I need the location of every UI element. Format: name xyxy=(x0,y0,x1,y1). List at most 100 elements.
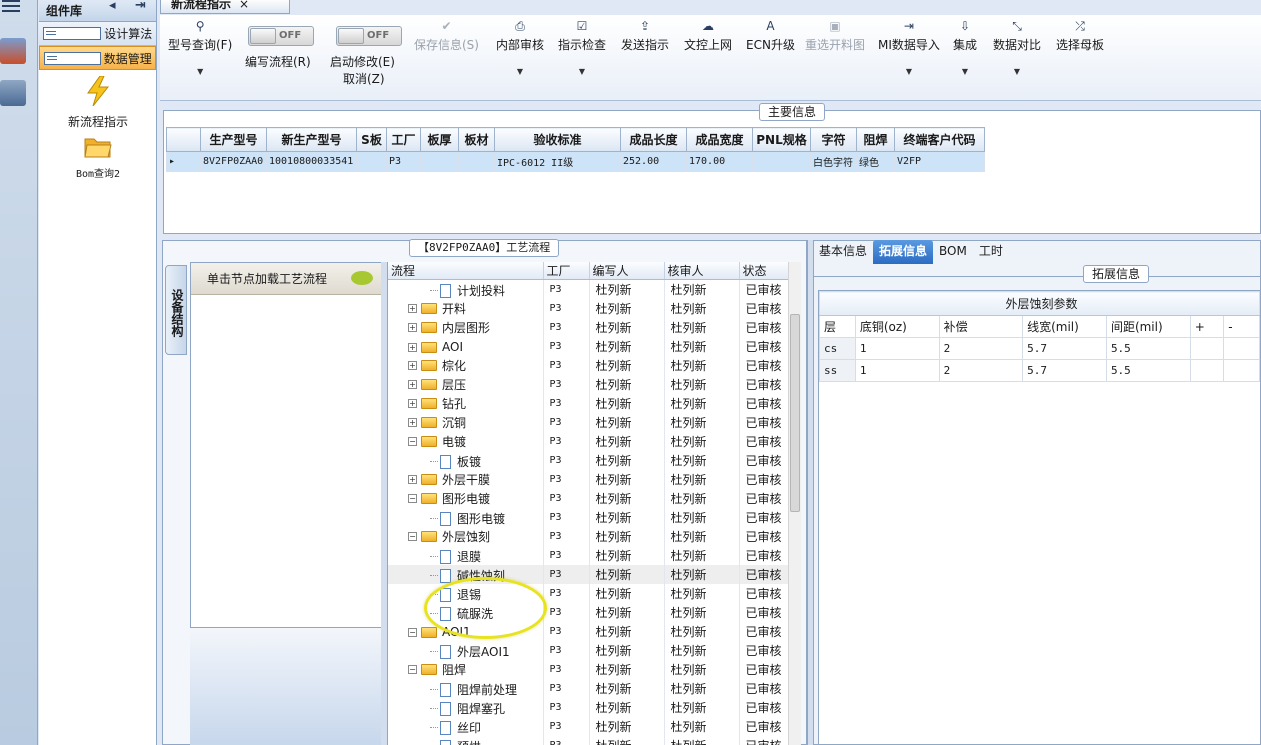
reviewer-cell[interactable]: 杜列新 xyxy=(664,660,740,679)
table-cell[interactable]: 252.00 xyxy=(620,151,687,172)
sidebar-group-0[interactable]: 设计算法 xyxy=(39,22,156,46)
reviewer-cell[interactable]: 杜列新 xyxy=(664,299,740,318)
expand-icon[interactable]: + xyxy=(408,475,417,484)
expand-icon[interactable]: + xyxy=(408,418,417,427)
reviewer-cell[interactable]: 杜列新 xyxy=(664,413,740,432)
table-cell[interactable] xyxy=(356,151,387,172)
expand-icon[interactable]: + xyxy=(408,380,417,389)
tree-node-cell[interactable]: + 沉铜 xyxy=(388,413,544,432)
factory-cell[interactable]: P3 xyxy=(543,356,590,375)
etch-column-header[interactable]: 底铜(oz) xyxy=(854,315,940,338)
reviewer-cell[interactable]: 杜列新 xyxy=(664,489,740,508)
chevron-down-icon[interactable]: ▼ xyxy=(878,67,940,76)
tree-row[interactable]: − 外层蚀刻 P3 杜列新 杜列新 已审核 xyxy=(388,527,789,546)
reviewer-cell[interactable]: 杜列新 xyxy=(664,356,740,375)
table-row[interactable]: ▸ 8V2FP0ZAA0 10010800033541 P3 IPC-6012 II级 2… xyxy=(166,151,985,172)
column-header[interactable]: 阻焊 xyxy=(856,127,895,152)
cancel-modify-label[interactable]: 取消(Z) xyxy=(343,70,385,87)
tree-row[interactable]: 碱性蚀刻 P3 杜列新 杜列新 已审核 xyxy=(388,565,789,584)
toolbar-button-8[interactable]: ⇥ MI数据导入 ▼ xyxy=(878,19,940,76)
tree-row[interactable]: 图形电镀 P3 杜列新 杜列新 已审核 xyxy=(388,508,789,527)
etch-column-header[interactable]: + xyxy=(1189,315,1225,338)
writer-cell[interactable]: 杜列新 xyxy=(589,470,665,489)
tree-node-cell[interactable]: 板镀 xyxy=(388,451,544,470)
expand-icon[interactable]: + xyxy=(408,361,417,370)
factory-cell[interactable]: P3 xyxy=(543,413,590,432)
tree-column-header[interactable]: 工厂 xyxy=(543,262,590,280)
status-cell[interactable]: 已审核 xyxy=(739,451,789,470)
writer-cell[interactable]: 杜列新 xyxy=(589,508,665,527)
factory-cell[interactable]: P3 xyxy=(543,508,590,527)
tree-node-cell[interactable]: + 层压 xyxy=(388,375,544,394)
tree-node-cell[interactable]: 退锡 xyxy=(388,584,544,603)
table-cell[interactable]: V2FP xyxy=(894,151,985,172)
scrollbar-thumb[interactable] xyxy=(790,314,800,512)
reviewer-cell[interactable]: 杜列新 xyxy=(664,641,740,660)
close-tab-icon[interactable]: × xyxy=(239,0,249,10)
factory-cell[interactable]: P3 xyxy=(543,584,590,603)
column-header[interactable]: 板材 xyxy=(458,127,495,152)
table-cell[interactable]: 10010800033541 xyxy=(266,151,357,172)
detail-tab-3[interactable]: 工时 xyxy=(973,240,1009,264)
status-cell[interactable]: 已审核 xyxy=(739,356,789,375)
etch-cell[interactable] xyxy=(1189,337,1225,360)
etch-cell[interactable]: ss xyxy=(819,359,856,382)
expand-icon[interactable]: + xyxy=(408,342,417,352)
toolbar-button-4[interactable]: ⇪ 发送指示 xyxy=(621,19,669,53)
tree-node-cell[interactable]: 计划投料 xyxy=(388,279,544,299)
detail-tab-0[interactable]: 基本信息 xyxy=(813,240,873,264)
expand-icon[interactable]: + xyxy=(408,399,417,408)
etch-column-header[interactable]: - xyxy=(1223,315,1260,338)
table-cell[interactable] xyxy=(458,151,495,172)
factory-cell[interactable]: P3 xyxy=(543,470,590,489)
etch-column-header[interactable]: 层 xyxy=(819,315,856,338)
writer-cell[interactable]: 杜列新 xyxy=(589,394,665,413)
writer-cell[interactable]: 杜列新 xyxy=(589,337,665,356)
reviewer-cell[interactable]: 杜列新 xyxy=(664,508,740,527)
status-cell[interactable]: 已审核 xyxy=(739,470,789,489)
status-cell[interactable]: 已审核 xyxy=(739,279,789,299)
tree-node-cell[interactable]: 阻焊塞孔 xyxy=(388,698,544,717)
status-cell[interactable]: 已审核 xyxy=(739,337,789,356)
reviewer-cell[interactable]: 杜列新 xyxy=(664,432,740,451)
factory-cell[interactable]: P3 xyxy=(543,337,590,356)
status-cell[interactable]: 已审核 xyxy=(739,413,789,432)
tree-node-cell[interactable]: + 外层干膜 xyxy=(388,470,544,489)
factory-cell[interactable]: P3 xyxy=(543,279,590,299)
etch-column-header[interactable]: 线宽(mil) xyxy=(1022,315,1107,338)
factory-cell[interactable]: P3 xyxy=(543,565,590,584)
tree-node-cell[interactable]: 图形电镀 xyxy=(388,508,544,527)
factory-cell[interactable]: P3 xyxy=(543,489,590,508)
tree-node-cell[interactable]: − 外层蚀刻 xyxy=(388,527,544,546)
writer-cell[interactable]: 杜列新 xyxy=(589,698,665,717)
status-cell[interactable]: 已审核 xyxy=(739,622,789,641)
column-header[interactable]: 工厂 xyxy=(386,127,421,152)
tree-row[interactable]: − 阻焊 P3 杜列新 杜列新 已审核 xyxy=(388,660,789,679)
column-header[interactable]: PNL规格 xyxy=(752,127,811,152)
etch-column-header[interactable]: 补偿 xyxy=(938,315,1024,338)
status-cell[interactable]: 已审核 xyxy=(739,584,789,603)
tree-row[interactable]: + 钻孔 P3 杜列新 杜列新 已审核 xyxy=(388,394,789,413)
reviewer-cell[interactable]: 杜列新 xyxy=(664,451,740,470)
tree-row[interactable]: + AOI P3 杜列新 杜列新 已审核 xyxy=(388,337,789,356)
status-cell[interactable]: 已审核 xyxy=(739,679,789,698)
chevron-down-icon[interactable]: ▼ xyxy=(496,67,544,76)
factory-cell[interactable]: P3 xyxy=(543,603,590,622)
reviewer-cell[interactable]: 杜列新 xyxy=(664,470,740,489)
factory-cell[interactable]: P3 xyxy=(543,451,590,470)
tree-node-cell[interactable]: − AOI1 xyxy=(388,622,544,641)
etch-cell[interactable]: 5.5 xyxy=(1105,359,1191,382)
writer-cell[interactable]: 杜列新 xyxy=(589,489,665,508)
reviewer-cell[interactable]: 杜列新 xyxy=(664,717,740,736)
status-cell[interactable]: 已审核 xyxy=(739,394,789,413)
chevron-down-icon[interactable]: ▼ xyxy=(168,67,232,76)
factory-cell[interactable]: P3 xyxy=(543,660,590,679)
writer-cell[interactable]: 杜列新 xyxy=(589,527,665,546)
collapse-icon[interactable]: − xyxy=(408,627,417,637)
reviewer-cell[interactable]: 杜列新 xyxy=(664,622,740,641)
collapse-icon[interactable]: − xyxy=(408,532,417,541)
status-cell[interactable]: 已审核 xyxy=(739,736,789,745)
write-flow-toggle[interactable]: OFF xyxy=(248,26,314,46)
column-header[interactable]: 生产型号 xyxy=(200,127,267,152)
writer-cell[interactable]: 杜列新 xyxy=(589,584,665,603)
